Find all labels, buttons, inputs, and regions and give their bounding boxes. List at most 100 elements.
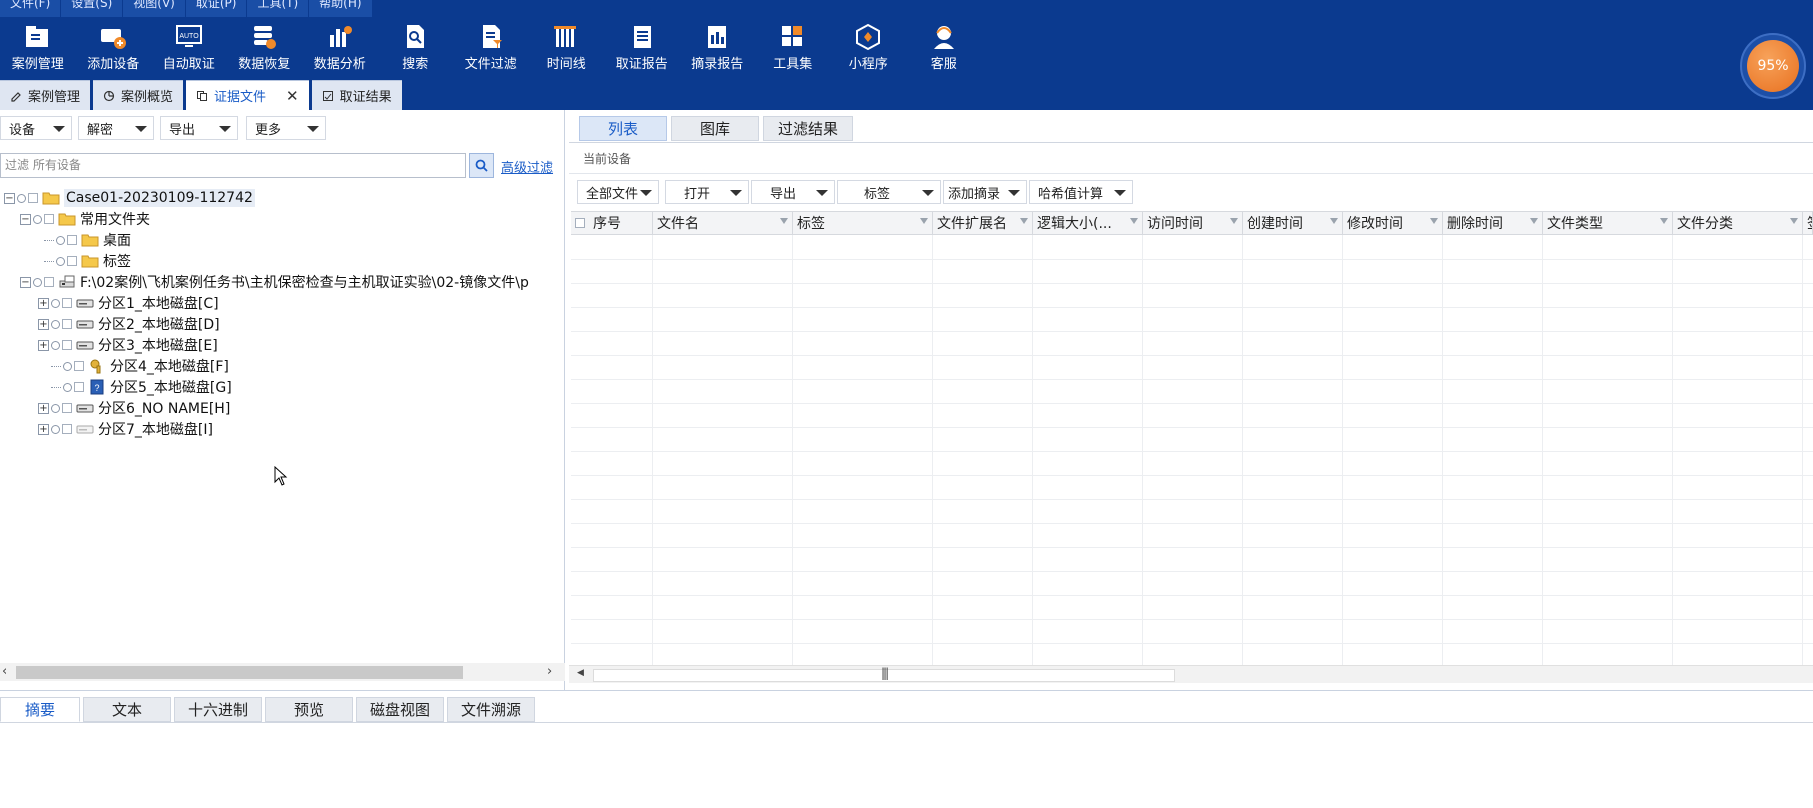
table-horizontal-scrollbar[interactable]: ◀ ||| — [569, 665, 1813, 683]
toolset-button[interactable]: 工具集 — [755, 20, 831, 76]
table-row[interactable] — [571, 524, 1813, 548]
tab-case-overview[interactable]: 案例概览 — [93, 80, 184, 110]
filter-icon[interactable] — [780, 218, 788, 224]
menu-view[interactable]: 视图(V) — [123, 0, 186, 17]
checkbox[interactable] — [74, 382, 84, 392]
open-dropdown[interactable]: 打开 — [665, 180, 749, 204]
filter-search-button[interactable] — [469, 153, 494, 178]
table-row[interactable] — [571, 308, 1813, 332]
tab-filter-results[interactable]: 过滤结果 — [763, 116, 853, 141]
tab-disk-view[interactable]: 磁盘视图 — [356, 697, 444, 722]
menu-help[interactable]: 帮助(H) — [309, 0, 373, 17]
tab-file-trace[interactable]: 文件溯源 — [447, 697, 535, 722]
checkbox[interactable] — [67, 256, 77, 266]
checkbox[interactable] — [62, 298, 72, 308]
search-button[interactable]: 搜索 — [378, 20, 454, 76]
expand-icon[interactable]: + — [38, 339, 49, 351]
data-recovery-button[interactable]: 数据恢复 — [227, 20, 303, 76]
device-dropdown[interactable]: 设备 — [0, 116, 72, 140]
table-row[interactable] — [571, 404, 1813, 428]
table-row[interactable] — [571, 620, 1813, 644]
tab-hex[interactable]: 十六进制 — [174, 697, 262, 722]
filter-icon[interactable] — [1660, 218, 1668, 224]
add-device-button[interactable]: 添加设备 — [76, 20, 152, 76]
tab-list[interactable]: 列表 — [579, 116, 667, 141]
collapse-icon[interactable]: − — [20, 213, 31, 225]
scrollbar-thumb[interactable] — [16, 666, 463, 679]
column-header-created-time[interactable]: 创建时间 — [1243, 212, 1343, 234]
column-header-logical-size[interactable]: 逻辑大小(... — [1033, 212, 1143, 234]
tag-dropdown[interactable]: 标签 — [837, 180, 941, 204]
file-filter-button[interactable]: 文件过滤 — [453, 20, 529, 76]
column-header-tag[interactable]: 标签 — [793, 212, 933, 234]
more-dropdown[interactable]: 更多 — [246, 116, 326, 140]
checkbox[interactable] — [44, 277, 54, 287]
table-row[interactable] — [571, 476, 1813, 500]
customer-service-button[interactable]: 客服 — [906, 20, 982, 76]
filter-icon[interactable] — [1790, 218, 1798, 224]
column-header-file-category[interactable]: 文件分类 — [1673, 212, 1803, 234]
tab-preview[interactable]: 预览 — [265, 697, 353, 722]
auto-forensics-button[interactable]: AUTO 自动取证 — [151, 20, 227, 76]
menu-forensics[interactable]: 取证(P) — [186, 0, 248, 17]
tab-forensic-results[interactable]: 取证结果 — [311, 80, 402, 110]
table-row[interactable] — [571, 596, 1813, 620]
radio-icon[interactable] — [51, 340, 60, 350]
radio-icon[interactable] — [56, 256, 65, 266]
tree-node-partition-7[interactable]: + 分区7_本地磁盘[I] — [38, 417, 213, 441]
column-header-filename[interactable]: 文件名 — [653, 212, 793, 234]
column-header-modified-time[interactable]: 修改时间 — [1343, 212, 1443, 234]
filter-icon[interactable] — [920, 218, 928, 224]
checkbox[interactable] — [62, 403, 72, 413]
radio-icon[interactable] — [51, 403, 60, 413]
checkbox[interactable] — [62, 424, 72, 434]
expand-icon[interactable]: + — [38, 402, 49, 414]
all-files-dropdown[interactable]: 全部文件 — [577, 180, 659, 204]
column-header-file-type[interactable]: 文件类型 — [1543, 212, 1673, 234]
device-filter-input[interactable]: 过滤 所有设备 — [0, 153, 466, 178]
filter-icon[interactable] — [1530, 218, 1538, 224]
decrypt-dropdown[interactable]: 解密 — [78, 116, 154, 140]
radio-icon[interactable] — [56, 235, 65, 245]
table-row[interactable] — [571, 572, 1813, 596]
filter-icon[interactable] — [1230, 218, 1238, 224]
radio-icon[interactable] — [17, 193, 26, 203]
checkbox[interactable] — [28, 193, 38, 203]
excerpt-report-button[interactable]: 摘录报告 — [680, 20, 756, 76]
tree-horizontal-scrollbar[interactable]: ‹ › — [0, 663, 565, 681]
table-row[interactable] — [571, 236, 1813, 260]
table-row[interactable] — [571, 500, 1813, 524]
collapse-icon[interactable]: − — [4, 192, 15, 204]
menu-tools[interactable]: 工具(T) — [247, 0, 310, 17]
checkbox[interactable] — [62, 319, 72, 329]
close-icon[interactable]: ✕ — [286, 87, 299, 105]
table-row[interactable] — [571, 284, 1813, 308]
add-excerpt-dropdown[interactable]: 添加摘录 — [943, 180, 1027, 204]
select-all-checkbox[interactable] — [575, 218, 585, 228]
filter-icon[interactable] — [1430, 218, 1438, 224]
filter-icon[interactable] — [1020, 218, 1028, 224]
menu-settings[interactable]: 设置(S) — [61, 0, 124, 17]
export-list-dropdown[interactable]: 导出 — [751, 180, 835, 204]
radio-icon[interactable] — [33, 277, 42, 287]
table-row[interactable] — [571, 452, 1813, 476]
table-row[interactable] — [571, 356, 1813, 380]
timeline-button[interactable]: 时间线 — [529, 20, 605, 76]
export-dropdown[interactable]: 导出 — [160, 116, 238, 140]
radio-icon[interactable] — [33, 214, 42, 224]
tab-text[interactable]: 文本 — [83, 697, 171, 722]
radio-icon[interactable] — [51, 319, 60, 329]
progress-indicator[interactable]: 95% — [1740, 33, 1806, 99]
checkbox[interactable] — [62, 340, 72, 350]
menu-file[interactable]: 文件(F) — [0, 0, 62, 17]
checkbox[interactable] — [74, 361, 84, 371]
radio-icon[interactable] — [63, 382, 72, 392]
scroll-left-icon[interactable]: ‹ — [2, 664, 7, 679]
expand-icon[interactable]: + — [38, 423, 49, 435]
table-row[interactable] — [571, 428, 1813, 452]
checkbox[interactable] — [67, 235, 77, 245]
filter-icon[interactable] — [1330, 218, 1338, 224]
column-header-index[interactable]: 序号 — [571, 212, 653, 234]
data-analysis-button[interactable]: 数据分析 — [302, 20, 378, 76]
tab-evidence-files[interactable]: 证据文件 ✕ — [186, 80, 309, 110]
